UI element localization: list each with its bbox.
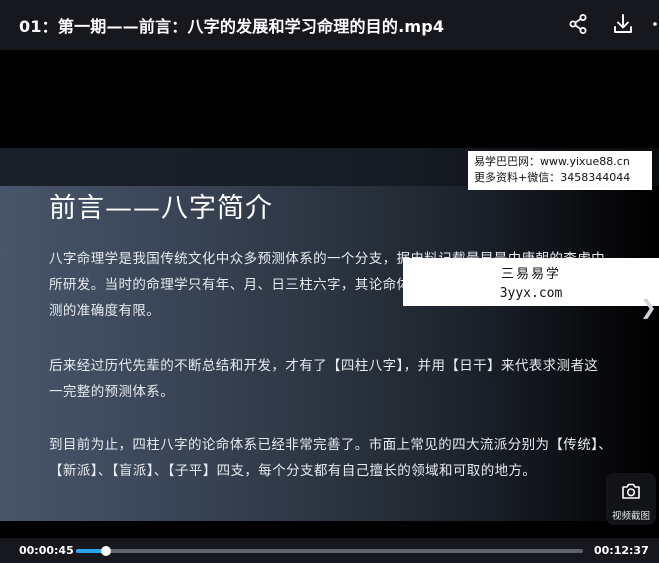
video-player[interactable]: 前言——八字简介 八字命理学是我国传统文化中众多预测体系的一个分支，据史料记载最… <box>0 50 659 538</box>
duration: 00:12:37 <box>594 544 649 557</box>
share-icon[interactable] <box>566 12 590 36</box>
slide-heading: 前言——八字简介 <box>49 193 273 224</box>
chevron-right-icon: ❯ <box>640 295 657 319</box>
progress-bar[interactable] <box>76 546 583 556</box>
player-controls: 00:00:45 00:12:37 <box>0 538 659 563</box>
video-screenshot-button[interactable]: 视频截图 <box>606 473 656 525</box>
camera-icon <box>622 483 640 499</box>
watermark-banner: 易学巴巴网：www.yixue88.cn 更多资料+微信：3458344044 <box>468 151 652 190</box>
title-bar: 01：第一期——前言：八字的发展和学习命理的目的.mp4 <box>0 0 659 50</box>
current-time: 00:00:45 <box>19 544 74 557</box>
slide-paragraph: 到目前为止，四柱八字的论命体系已经非常完善了。市面上常见的四大流派分别为【传统】… <box>49 437 613 479</box>
screenshot-label: 视频截图 <box>611 511 650 522</box>
slide-paragraph: 后来经过历代先辈的不断总结和开发，才有了【四柱八字】，并用【日干】来代表求测者这… <box>49 358 599 400</box>
more-icon[interactable] <box>650 12 659 36</box>
letterbox <box>0 50 659 148</box>
download-icon[interactable] <box>611 12 635 36</box>
video-title: 01：第一期——前言：八字的发展和学习命理的目的.mp4 <box>19 17 445 36</box>
watermark-box: 三易易学 3yyx.com <box>403 258 659 306</box>
progress-handle[interactable] <box>100 546 111 556</box>
letterbox <box>0 521 659 538</box>
